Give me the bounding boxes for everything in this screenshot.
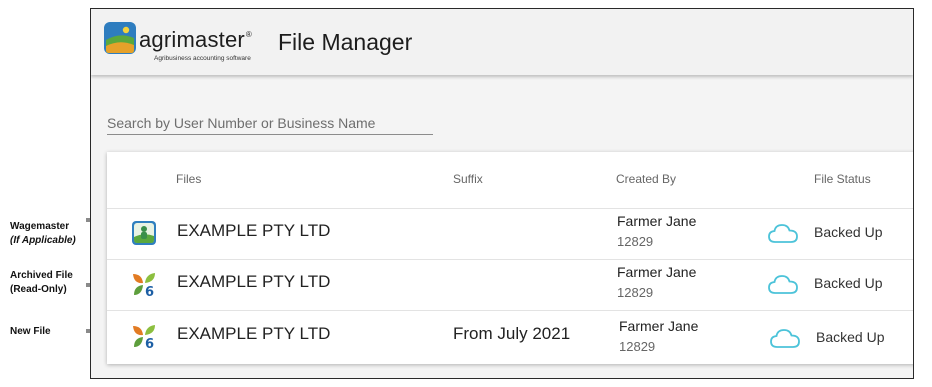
page-title: File Manager bbox=[278, 29, 413, 55]
created-by-name: Farmer Jane bbox=[617, 264, 697, 280]
annotation-sublabel: (If Applicable) bbox=[10, 235, 76, 246]
created-by-user-number: 12829 bbox=[617, 285, 654, 300]
brand-name: agrimaster® bbox=[139, 27, 253, 52]
brand-tagline: Agribusiness accounting software bbox=[154, 55, 251, 62]
cloud-icon bbox=[770, 329, 800, 348]
agrimaster-6-icon: 6 bbox=[133, 325, 155, 349]
cloud-icon bbox=[768, 224, 798, 243]
annotation-label: Wagemaster bbox=[10, 221, 70, 232]
table-row[interactable]: EXAMPLE PTY LTD Farmer Jane 12829 Backed… bbox=[107, 208, 913, 259]
agrimaster-6-icon: 6 bbox=[133, 273, 155, 297]
annotation-label: Archived File bbox=[10, 270, 73, 281]
file-table: Files Suffix Created By File Status EXAM… bbox=[107, 152, 913, 364]
column-header-file-status: File Status bbox=[814, 172, 871, 186]
column-header-suffix: Suffix bbox=[453, 172, 483, 186]
table-row[interactable]: 6 EXAMPLE PTY LTD From July 2021 Farmer … bbox=[107, 310, 913, 361]
wagemaster-icon bbox=[132, 221, 156, 245]
column-header-created-by: Created By bbox=[616, 172, 677, 186]
file-status: Backed Up bbox=[816, 329, 885, 345]
created-by-name: Farmer Jane bbox=[617, 213, 697, 229]
created-by-user-number: 12829 bbox=[619, 339, 656, 354]
search-input[interactable] bbox=[107, 111, 433, 135]
file-name: EXAMPLE PTY LTD bbox=[177, 324, 331, 343]
file-name: EXAMPLE PTY LTD bbox=[177, 272, 331, 291]
annotation-label: New File bbox=[10, 326, 51, 337]
cloud-icon bbox=[768, 275, 798, 294]
annotation-sublabel: (Read-Only) bbox=[10, 284, 67, 295]
column-header-files: Files bbox=[176, 172, 202, 186]
app-window: agrimaster® Agribusiness accounting soft… bbox=[90, 8, 914, 379]
app-header: agrimaster® Agribusiness accounting soft… bbox=[91, 9, 913, 75]
svg-text:6: 6 bbox=[145, 285, 154, 297]
file-status: Backed Up bbox=[814, 275, 883, 291]
agrimaster-logo-icon bbox=[104, 22, 136, 54]
svg-text:6: 6 bbox=[145, 337, 154, 349]
file-status: Backed Up bbox=[814, 224, 883, 240]
created-by-user-number: 12829 bbox=[617, 234, 654, 249]
file-name: EXAMPLE PTY LTD bbox=[177, 221, 331, 240]
table-row[interactable]: 6 EXAMPLE PTY LTD Farmer Jane 12829 Back… bbox=[107, 259, 913, 310]
created-by-name: Farmer Jane bbox=[619, 318, 699, 334]
file-suffix: From July 2021 bbox=[453, 324, 571, 343]
